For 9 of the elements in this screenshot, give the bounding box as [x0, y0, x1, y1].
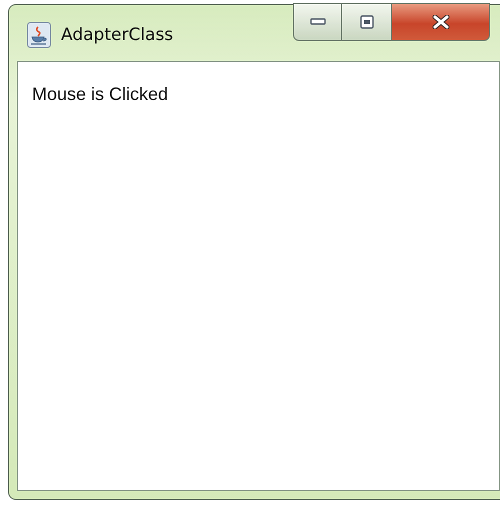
minimize-button[interactable]: [293, 3, 342, 41]
maximize-icon: [360, 15, 374, 29]
maximize-button[interactable]: [342, 3, 392, 41]
window-title: AdapterClass: [61, 25, 174, 45]
close-icon: [432, 15, 450, 29]
coffee-cup-icon: [27, 22, 51, 48]
minimize-icon: [310, 18, 326, 26]
close-button[interactable]: [392, 3, 490, 41]
status-message: Mouse is Clicked: [32, 84, 168, 104]
